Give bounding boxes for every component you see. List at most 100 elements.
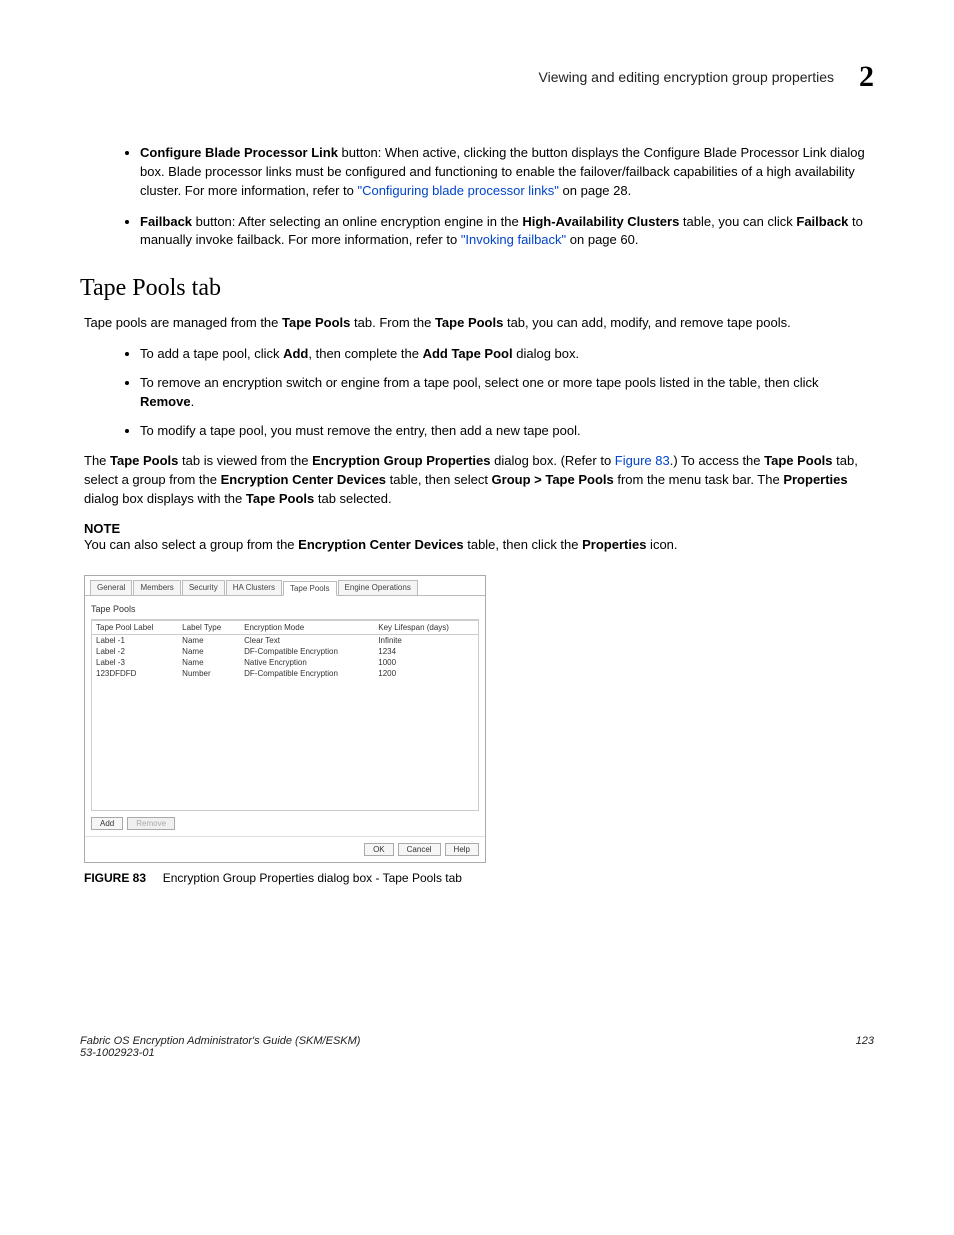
bold-text: Encryption Center Devices — [298, 537, 463, 552]
tab-tape-pools[interactable]: Tape Pools — [283, 581, 337, 596]
bullet-failback: Failback button: After selecting an onli… — [140, 213, 874, 251]
body-text: Tape pools are managed from the — [84, 315, 282, 330]
note-label: NOTE — [84, 521, 874, 536]
bold-text: Encryption Center Devices — [221, 472, 386, 487]
bold-text: Tape Pools — [246, 491, 314, 506]
cell: 1234 — [374, 646, 478, 657]
body-text: To remove an encryption switch or engine… — [140, 375, 819, 390]
bold-text: Properties — [783, 472, 847, 487]
col-label-type[interactable]: Label Type — [178, 620, 240, 634]
top-bullet-list: Configure Blade Processor Link button: W… — [80, 144, 874, 250]
body-text: tab selected. — [314, 491, 391, 506]
tape-pools-table: Tape Pool Label Label Type Encryption Mo… — [92, 620, 478, 679]
bullet-add-pool: To add a tape pool, click Add, then comp… — [140, 345, 874, 364]
body-text: . — [191, 394, 195, 409]
table-row[interactable]: 123DFDFD Number DF-Compatible Encryption… — [92, 668, 478, 679]
access-paragraph: The Tape Pools tab is viewed from the En… — [80, 452, 874, 509]
chapter-number: 2 — [859, 60, 874, 94]
bold-text: Tape Pools — [282, 315, 350, 330]
add-button[interactable]: Add — [91, 817, 123, 830]
bullet-remove-pool: To remove an encryption switch or engine… — [140, 374, 874, 412]
dialog-subheading: Tape Pools — [91, 604, 479, 614]
intro-paragraph: Tape pools are managed from the Tape Poo… — [80, 314, 874, 333]
ok-button[interactable]: OK — [364, 843, 394, 856]
body-text: To modify a tape pool, you must remove t… — [140, 423, 581, 438]
tab-engine-operations[interactable]: Engine Operations — [338, 580, 418, 595]
bold-text: Add — [283, 346, 308, 361]
col-encryption-mode[interactable]: Encryption Mode — [240, 620, 374, 634]
cell: 1200 — [374, 668, 478, 679]
page-footer: Fabric OS Encryption Administrator's Gui… — [80, 1035, 874, 1059]
body-text: table, you can click — [679, 214, 796, 229]
help-button[interactable]: Help — [445, 843, 479, 856]
dialog-action-row: Add Remove — [91, 817, 479, 830]
bold-text: Properties — [582, 537, 646, 552]
figure-caption: FIGURE 83 Encryption Group Properties di… — [84, 871, 874, 885]
cell: Name — [178, 657, 240, 668]
table-row[interactable]: Label -1 Name Clear Text Infinite — [92, 634, 478, 646]
bold-text: Encryption Group Properties — [312, 453, 490, 468]
footer-doc-id: 53-1002923-01 — [80, 1047, 360, 1059]
body-text: table, then select — [386, 472, 492, 487]
cell: DF-Compatible Encryption — [240, 646, 374, 657]
tab-security[interactable]: Security — [182, 580, 225, 595]
body-text: The — [84, 453, 110, 468]
bold-text: Failback — [796, 214, 848, 229]
cell: Name — [178, 646, 240, 657]
cell: Label -2 — [92, 646, 178, 657]
body-text: tab, you can add, modify, and remove tap… — [503, 315, 790, 330]
cell: Clear Text — [240, 634, 374, 646]
link-invoking-failback[interactable]: "Invoking failback" — [461, 232, 566, 247]
body-text: dialog box. (Refer to — [491, 453, 615, 468]
sub-bullet-list: To add a tape pool, click Add, then comp… — [80, 345, 874, 440]
link-figure-83[interactable]: Figure 83 — [615, 453, 670, 468]
body-text: .) To access the — [670, 453, 764, 468]
figure-label: FIGURE 83 — [84, 871, 146, 885]
tab-general[interactable]: General — [90, 580, 132, 595]
dialog-body: Tape Pools Tape Pool Label Label Type En… — [85, 595, 485, 836]
dialog-bottom-row: OK Cancel Help — [85, 836, 485, 862]
dialog-tabs: General Members Security HA Clusters Tap… — [85, 576, 485, 595]
page-header: Viewing and editing encryption group pro… — [80, 60, 874, 94]
bullet-configure-bpl: Configure Blade Processor Link button: W… — [140, 144, 874, 201]
header-title: Viewing and editing encryption group pro… — [539, 69, 835, 85]
bold-text: Remove — [140, 394, 191, 409]
body-text: , then complete the — [308, 346, 422, 361]
body-text: table, then click the — [464, 537, 583, 552]
remove-button[interactable]: Remove — [127, 817, 175, 830]
table-row[interactable]: Label -2 Name DF-Compatible Encryption 1… — [92, 646, 478, 657]
table-header-row: Tape Pool Label Label Type Encryption Mo… — [92, 620, 478, 634]
cell: DF-Compatible Encryption — [240, 668, 374, 679]
tape-pools-table-container: Tape Pool Label Label Type Encryption Mo… — [91, 619, 479, 811]
link-configuring-bpl[interactable]: "Configuring blade processor links" — [357, 183, 558, 198]
footer-doc-title: Fabric OS Encryption Administrator's Gui… — [80, 1035, 360, 1047]
footer-left: Fabric OS Encryption Administrator's Gui… — [80, 1035, 360, 1059]
dialog-encryption-group-properties: General Members Security HA Clusters Tap… — [84, 575, 486, 863]
body-text: on page 60. — [566, 232, 638, 247]
table-row[interactable]: Label -3 Name Native Encryption 1000 — [92, 657, 478, 668]
body-text: dialog box displays with the — [84, 491, 246, 506]
body-text: button: After selecting an online encryp… — [192, 214, 522, 229]
bold-text: Add Tape Pool — [423, 346, 513, 361]
bullet-modify-pool: To modify a tape pool, you must remove t… — [140, 422, 874, 441]
cell: Native Encryption — [240, 657, 374, 668]
bold-text: Tape Pools — [435, 315, 503, 330]
body-text: on page 28. — [559, 183, 631, 198]
body-text: You can also select a group from the — [84, 537, 298, 552]
col-key-lifespan[interactable]: Key Lifespan (days) — [374, 620, 478, 634]
section-heading: Tape Pools tab — [80, 275, 874, 302]
col-tape-pool-label[interactable]: Tape Pool Label — [92, 620, 178, 634]
tab-ha-clusters[interactable]: HA Clusters — [226, 580, 282, 595]
tab-members[interactable]: Members — [133, 580, 180, 595]
body-text: tab. From the — [350, 315, 435, 330]
cell: Label -1 — [92, 634, 178, 646]
cell: Number — [178, 668, 240, 679]
bold-text: Configure Blade Processor Link — [140, 145, 338, 160]
bold-text: Tape Pools — [764, 453, 832, 468]
body-text: from the menu task bar. The — [614, 472, 784, 487]
cell: Infinite — [374, 634, 478, 646]
bold-text: Tape Pools — [110, 453, 178, 468]
cell: 1000 — [374, 657, 478, 668]
cancel-button[interactable]: Cancel — [398, 843, 441, 856]
bold-text: Failback — [140, 214, 192, 229]
